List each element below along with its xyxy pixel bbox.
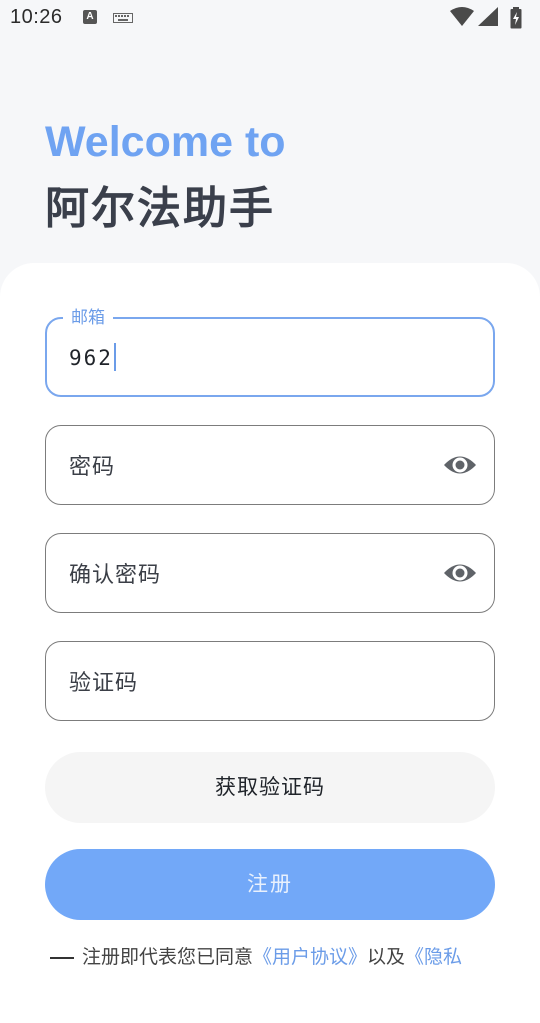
status-time: 10:26 [10,6,63,28]
verification-code-placeholder: 验证码 [69,671,139,696]
app-name-heading: 阿尔法助手 [45,183,275,234]
text-caret [113,343,116,371]
confirm-password-field[interactable]: 确认密码 [45,533,495,613]
confirm-password-placeholder: 确认密码 [69,563,162,588]
email-value-text: 962 [69,346,113,370]
email-field[interactable]: 邮箱 962 [45,306,495,397]
wifi-icon [450,7,474,26]
battery-icon [510,7,522,29]
status-right-group [450,7,530,29]
password-field[interactable]: 密码 [45,425,495,505]
get-code-button[interactable]: 获取验证码 [45,752,495,823]
eye-icon[interactable] [443,559,477,587]
status-bar: 10:26 A [0,0,540,36]
agreement-text: 注册即代表您已同意《用户协议》以及《隐私 [50,942,462,969]
agreement-prefix: 注册即代表您已同意 [82,946,254,968]
email-field-label: 邮箱 [63,306,113,330]
agreement-checkbox[interactable] [50,956,74,959]
register-button[interactable]: 注册 [45,849,495,920]
verification-code-field[interactable]: 验证码 [45,641,495,721]
privacy-policy-link[interactable]: 《隐私 [405,946,462,968]
cellular-signal-icon [478,7,498,26]
email-field-value: 962 [69,343,116,373]
text-a-icon: A [83,10,97,24]
eye-icon[interactable] [443,451,477,479]
user-agreement-link[interactable]: 《用户协议》 [253,946,367,968]
agreement-and: 以及 [367,946,406,968]
welcome-heading: Welcome to [45,118,286,166]
keyboard-icon [113,13,133,23]
password-placeholder: 密码 [69,455,116,480]
